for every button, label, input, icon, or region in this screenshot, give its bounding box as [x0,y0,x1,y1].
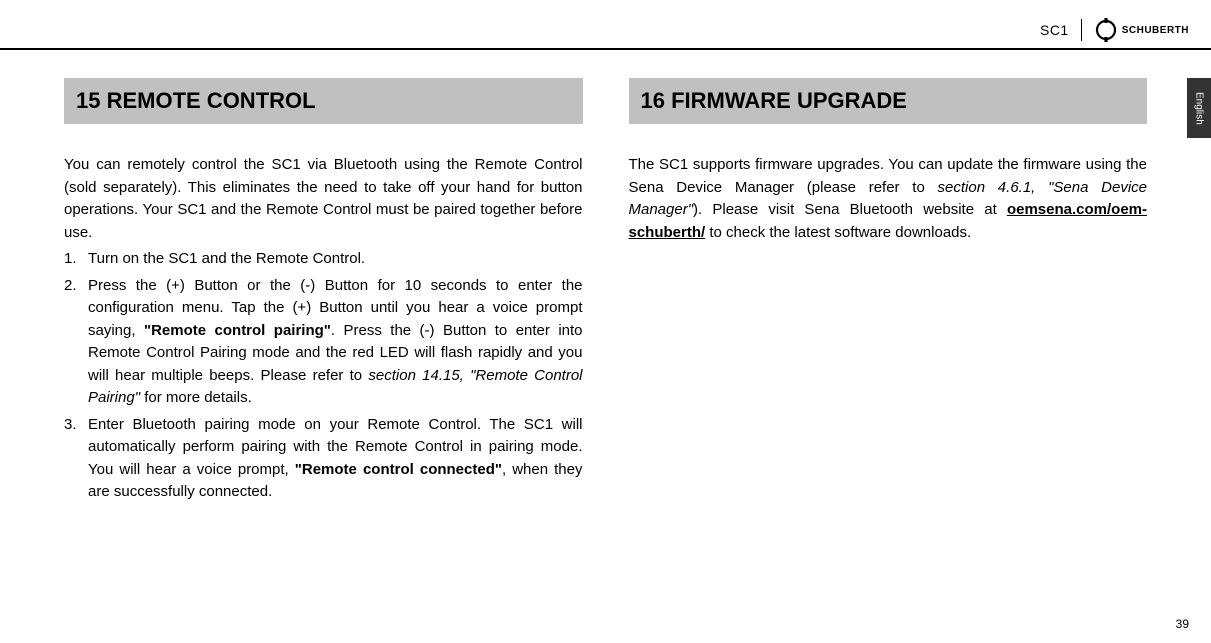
steps-list: 1. Turn on the SC1 and the Remote Contro… [64,248,583,504]
step-3: 3. Enter Bluetooth pairing mode on your … [64,414,583,504]
brand-icon [1094,18,1118,42]
step-text: Press the (+) Button or the (-) Button f… [88,275,583,410]
right-column: 16 FIRMWARE UPGRADE The SC1 supports fir… [629,78,1148,508]
voice-prompt: "Remote control connected" [295,461,502,478]
step-text: Turn on the SC1 and the Remote Control. [88,248,583,271]
step-text: Enter Bluetooth pairing mode on your Rem… [88,414,583,504]
step-1: 1. Turn on the SC1 and the Remote Contro… [64,248,583,271]
language-tab: English [1187,78,1211,138]
section-heading-firmware: 16 FIRMWARE UPGRADE [629,78,1148,124]
section-heading-remote: 15 REMOTE CONTROL [64,78,583,124]
top-rule [0,48,1211,50]
body-text-left: You can remotely control the SC1 via Blu… [64,154,583,504]
body-text-right: The SC1 supports firmware upgrades. You … [629,154,1148,244]
brand-logo: SCHUBERTH [1094,18,1189,42]
step-num: 2. [64,275,88,410]
step-num: 3. [64,414,88,504]
page-number: 39 [1176,617,1189,631]
brand-text: SCHUBERTH [1122,25,1189,36]
page-header: SC1 SCHUBERTH [1040,18,1189,42]
step-2: 2. Press the (+) Button or the (-) Butto… [64,275,583,410]
left-column: 15 REMOTE CONTROL You can remotely contr… [64,78,583,508]
firmware-paragraph: The SC1 supports firmware upgrades. You … [629,154,1148,244]
divider [1081,19,1082,41]
intro-paragraph: You can remotely control the SC1 via Blu… [64,154,583,244]
content-area: 15 REMOTE CONTROL You can remotely contr… [64,78,1147,508]
step-num: 1. [64,248,88,271]
voice-prompt: "Remote control pairing" [144,322,331,339]
product-label: SC1 [1040,22,1069,38]
